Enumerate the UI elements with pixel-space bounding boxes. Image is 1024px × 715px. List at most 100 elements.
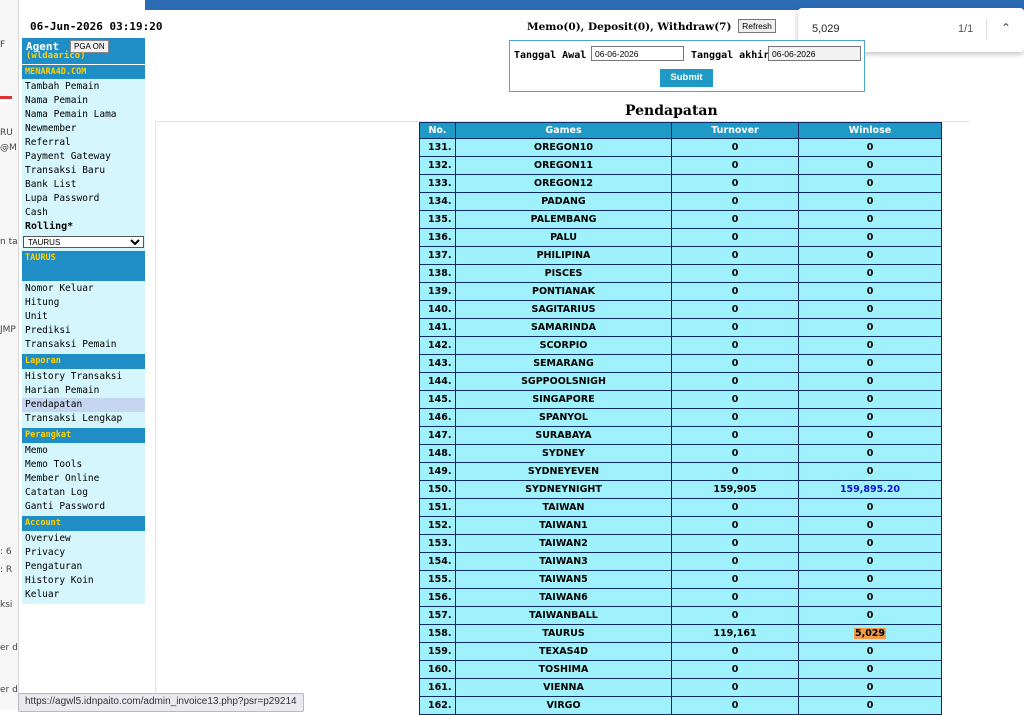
row-number: 162. [419, 696, 456, 715]
game-name: OREGON11 [455, 156, 672, 175]
game-name: VIRGO [455, 696, 672, 715]
menu-item-hitung[interactable]: Hitung [22, 296, 145, 310]
column-header-games: Games [455, 122, 672, 139]
table-row: 139. PONTIANAK 0 0 [419, 282, 942, 301]
background-text-fragment: er da [0, 643, 18, 653]
winlose-value: 0 [798, 156, 942, 175]
agent-header: Agent PGA ON (wldaarico) [22, 38, 145, 64]
menu-item-prediksi[interactable]: Prediksi [22, 324, 145, 338]
menu-item-overview[interactable]: Overview [22, 532, 145, 546]
row-number: 159. [419, 642, 456, 661]
row-number: 151. [419, 498, 456, 517]
winlose-value: 0 [798, 228, 942, 247]
row-number: 137. [419, 246, 456, 265]
start-date-input[interactable] [591, 46, 684, 61]
account-section-title: Account [22, 516, 145, 531]
submit-button[interactable]: Submit [660, 69, 713, 87]
end-date-input[interactable] [768, 46, 861, 61]
table-row: 158. TAURUS 119,161 5,029 [419, 624, 942, 643]
background-text-fragment: JMP [0, 325, 16, 335]
row-number: 134. [419, 192, 456, 211]
table-row: 149. SYDNEYEVEN 0 0 [419, 462, 942, 481]
turnover-value: 0 [671, 444, 799, 463]
refresh-button[interactable]: Refresh [738, 19, 776, 33]
row-number: 147. [419, 426, 456, 445]
menu-item-transaksi-baru[interactable]: Transaksi Baru [22, 164, 145, 178]
table-row: 132. OREGON11 0 0 [419, 156, 942, 175]
table-row: 151. TAIWAN 0 0 [419, 498, 942, 517]
winlose-value: 0 [798, 354, 942, 373]
table-row: 156. TAIWAN6 0 0 [419, 588, 942, 607]
market-select[interactable]: TAURUS [23, 236, 144, 248]
menu-item-ganti-password[interactable]: Ganti Password [22, 500, 145, 514]
menu-item-member-online[interactable]: Member Online [22, 472, 145, 486]
menu-item-nama-pemain-lama[interactable]: Nama Pemain Lama [22, 108, 145, 122]
winlose-value: 0 [798, 534, 942, 553]
row-number: 154. [419, 552, 456, 571]
winlose-value: 0 [798, 192, 942, 211]
row-number: 140. [419, 300, 456, 319]
row-number: 135. [419, 210, 456, 229]
menu-item-history-koin[interactable]: History Koin [22, 574, 145, 588]
winlose-value: 5,029 [798, 624, 942, 643]
turnover-value: 0 [671, 138, 799, 157]
winlose-value: 0 [798, 570, 942, 589]
turnover-value: 0 [671, 192, 799, 211]
winlose-value: 0 [798, 390, 942, 409]
background-text-fragment: er da [0, 685, 18, 695]
menu-item-pendapatan[interactable]: Pendapatan [22, 398, 145, 412]
menu-item-tambah-pemain[interactable]: Tambah Pemain [22, 80, 145, 94]
row-number: 138. [419, 264, 456, 283]
menu-item-cash[interactable]: Cash [22, 206, 145, 220]
winlose-value: 0 [798, 462, 942, 481]
sidebar: Agent PGA ON (wldaarico) MENARA4D.COM Ta… [22, 38, 145, 604]
column-header-no: No. [419, 122, 456, 139]
game-name: SAGITARIUS [455, 300, 672, 319]
table-row: 157. TAIWANBALL 0 0 [419, 606, 942, 625]
menu-item-lupa-password[interactable]: Lupa Password [22, 192, 145, 206]
menu-item-nomor-keluar[interactable]: Nomor Keluar [22, 282, 145, 296]
menu-item-payment-gateway[interactable]: Payment Gateway [22, 150, 145, 164]
menu-item-transaksi-lengkap[interactable]: Transaksi Lengkap [22, 412, 145, 426]
table-row: 142. SCORPIO 0 0 [419, 336, 942, 355]
menu-item-catatan-log[interactable]: Catatan Log [22, 486, 145, 500]
turnover-value: 0 [671, 372, 799, 391]
row-number: 149. [419, 462, 456, 481]
server-datetime: 06-Jun-2026 03:19:20 [30, 20, 163, 33]
background-text-fragment: RU [0, 128, 13, 138]
menu-item-keluar[interactable]: Keluar [22, 588, 145, 602]
table-row: 135. PALEMBANG 0 0 [419, 210, 942, 229]
row-number: 161. [419, 678, 456, 697]
menu-item-referral[interactable]: Referral [22, 136, 145, 150]
menu-item-transaksi-pemain[interactable]: Transaksi Pemain [22, 338, 145, 352]
turnover-value: 0 [671, 462, 799, 481]
table-row: 133. OREGON12 0 0 [419, 174, 942, 193]
menu-item-pengaturan[interactable]: Pengaturan [22, 560, 145, 574]
table-row: 160. TOSHIMA 0 0 [419, 660, 942, 679]
account-menu: Overview Privacy Pengaturan History Koin Kel… [22, 531, 145, 604]
memo-summary-text: Memo(0), Deposit(0), Withdraw(7) [527, 21, 732, 33]
menu-item-privacy[interactable]: Privacy [22, 546, 145, 560]
table-row: 152. TAIWAN1 0 0 [419, 516, 942, 535]
menu-item-history-transaksi[interactable]: History Transaksi [22, 370, 145, 384]
menu-item-memo-tools[interactable]: Memo Tools [22, 458, 145, 472]
menu-item-newmember[interactable]: Newmember [22, 122, 145, 136]
table-row: 143. SEMARANG 0 0 [419, 354, 942, 373]
game-name: TEXAS4D [455, 642, 672, 661]
laporan-section-title: Laporan [22, 354, 145, 369]
turnover-value: 119,161 [671, 624, 799, 643]
table-row: 150. SYDNEYNIGHT 159,905 159,895.20 [419, 480, 942, 499]
menu-item-bank-list[interactable]: Bank List [22, 178, 145, 192]
table-row: 159. TEXAS4D 0 0 [419, 642, 942, 661]
winlose-value: 0 [798, 696, 942, 715]
turnover-value: 0 [671, 246, 799, 265]
table-row: 155. TAIWAN5 0 0 [419, 570, 942, 589]
row-number: 155. [419, 570, 456, 589]
menu-item-unit[interactable]: Unit [22, 310, 145, 324]
game-name: SYDNEYNIGHT [455, 480, 672, 499]
menu-item-harian-pemain[interactable]: Harian Pemain [22, 384, 145, 398]
link-status-url: https://agwl5.idnpaito.com/admin_invoice… [18, 693, 304, 712]
menu-item-nama-pemain[interactable]: Nama Pemain [22, 94, 145, 108]
game-name: OREGON10 [455, 138, 672, 157]
menu-item-memo[interactable]: Memo [22, 444, 145, 458]
